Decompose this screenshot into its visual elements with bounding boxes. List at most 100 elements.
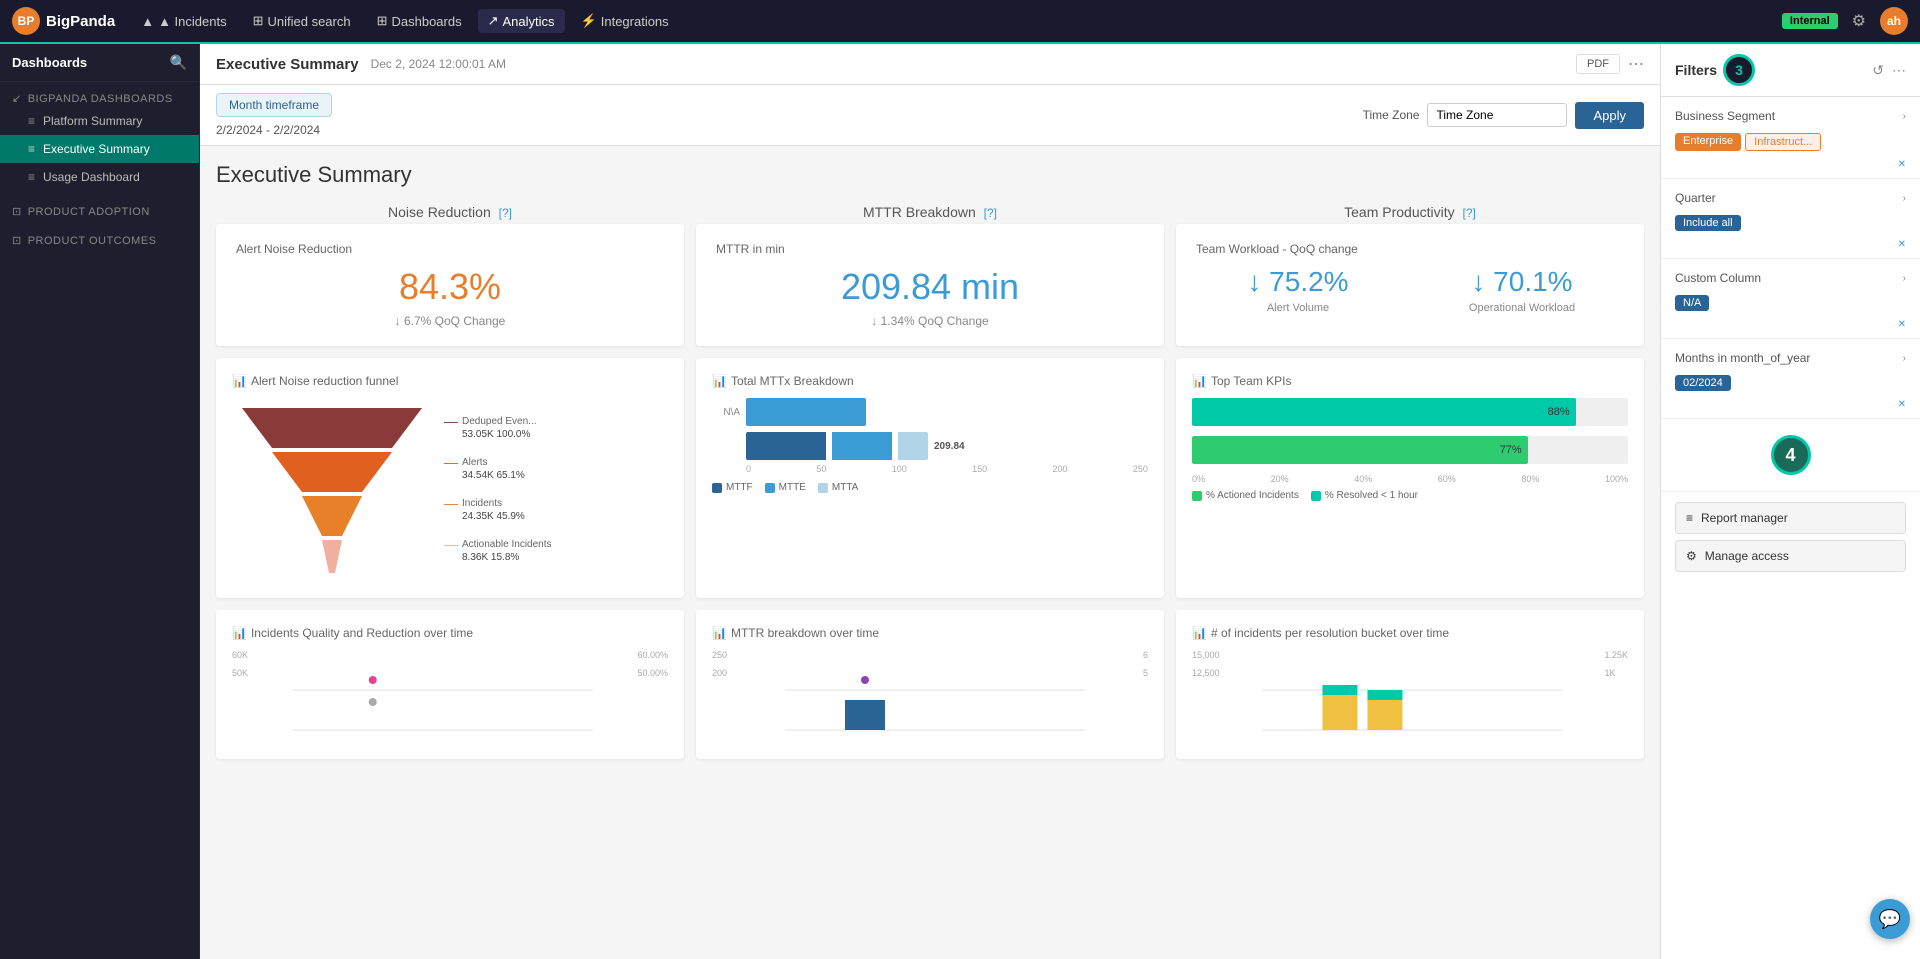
noise-reduction-help[interactable]: [?] — [499, 206, 512, 220]
funnel-chart-card: 📊 Alert Noise reduction funnel — [216, 358, 684, 598]
kpi-x-axis: 0% 20% 40% 60% 80% 100% — [1192, 474, 1628, 484]
kpi-bar-bg-0: 88% — [1192, 398, 1628, 426]
mttr-over-time-title: 📊 MTTR breakdown over time — [712, 626, 1148, 640]
operational-workload-metric: ↓ 70.1% Operational Workload — [1420, 266, 1624, 314]
resolved-color — [1311, 491, 1321, 501]
quarter-label: Quarter — [1675, 191, 1716, 205]
funnel-legend-item-0: — Deduped Even... 53.05K 100.0% — [444, 413, 552, 440]
alert-volume-val: ↓ 75.2% — [1196, 266, 1400, 298]
team-workload-title: Team Workload - QoQ change — [1196, 242, 1624, 256]
kpi-bar-pct-1: 77% — [1500, 444, 1522, 456]
mttr-sub: ↓ 1.34% QoQ Change — [716, 314, 1144, 328]
nav-item-analytics[interactable]: ↗ Analytics — [478, 9, 565, 33]
sidebar-group-product-outcomes[interactable]: ⊡ Product Outcomes — [0, 228, 199, 249]
timeframe-label[interactable]: Month timeframe — [216, 93, 332, 117]
nav-item-incidents[interactable]: ▲ ▲ Incidents — [131, 10, 236, 33]
quarter-clear[interactable]: ✕ — [1898, 239, 1906, 250]
sidebar-section-bigpanda: ↙ BigPanda Dashboards ≡ Platform Summary… — [0, 82, 199, 195]
filter-tag-infrastructure[interactable]: Infrastruct... — [1745, 133, 1821, 151]
funnel-legend-item-2: — Incidents 24.35K 45.9% — [444, 495, 552, 522]
business-segment-header[interactable]: Business Segment › — [1675, 105, 1906, 127]
mttr-help[interactable]: [?] — [984, 206, 997, 220]
filter-section-custom-column: Custom Column › N/A ✕ — [1661, 259, 1920, 339]
mttr-over-time-chart — [727, 650, 1143, 740]
mttr-card-title: MTTR in min — [716, 242, 1144, 256]
legend-mttf: MTTF — [712, 482, 753, 493]
nav-item-integrations[interactable]: ⚡ Integrations — [571, 9, 679, 33]
team-productivity-card: Team Workload - QoQ change ↓ 75.2% Alert… — [1176, 224, 1644, 346]
mttr-breakdown-icon: 📊 — [712, 374, 727, 388]
pdf-button[interactable]: PDF — [1576, 54, 1620, 74]
mttr-bar-row-na: N\A — [712, 398, 1148, 426]
filter-refresh-button[interactable]: ↺ — [1872, 62, 1884, 79]
nav-item-dashboards[interactable]: ⊞ Dashboards — [367, 9, 472, 33]
logo[interactable]: BP BigPanda — [12, 7, 115, 35]
custom-column-clear[interactable]: ✕ — [1898, 319, 1906, 330]
internal-badge: Internal — [1782, 13, 1838, 29]
circle-badge-4-area: 4 — [1661, 419, 1920, 491]
funnel-svg — [232, 398, 432, 578]
incidents-resolution-icon: 📊 — [1192, 626, 1207, 640]
settings-icon[interactable]: ⚙ — [1844, 7, 1874, 35]
sidebar-item-executive-summary[interactable]: ≡ Executive Summary — [0, 135, 199, 163]
sidebar-item-platform-summary[interactable]: ≡ Platform Summary — [0, 107, 199, 135]
funnel-legend: — Deduped Even... 53.05K 100.0% — Alerts — [444, 413, 552, 563]
chart-cards-row: 📊 Alert Noise reduction funnel — [216, 358, 1644, 598]
months-clear[interactable]: ✕ — [1898, 399, 1906, 410]
months-tags: 02/2024 — [1675, 375, 1906, 391]
mttr-over-time-card: 📊 MTTR breakdown over time 250 200 — [696, 610, 1164, 759]
mtte-color — [765, 483, 775, 493]
avatar[interactable]: ah — [1880, 7, 1908, 35]
custom-column-header[interactable]: Custom Column › — [1675, 267, 1906, 289]
manage-access-icon: ⚙ — [1686, 549, 1697, 563]
dashboard-content: Executive Summary Noise Reduction [?] MT… — [200, 146, 1660, 959]
report-manager-button[interactable]: ≡ Report manager — [1675, 502, 1906, 534]
filter-tag-month[interactable]: 02/2024 — [1675, 375, 1731, 391]
alert-volume-metric: ↓ 75.2% Alert Volume — [1196, 266, 1400, 314]
quarter-chevron: › — [1903, 193, 1906, 204]
kpi-chart-card: 📊 Top Team KPIs 88% — [1176, 358, 1644, 598]
filter-more-button[interactable]: ⋯ — [1892, 62, 1906, 79]
kpi-bar-bg-1: 77% — [1192, 436, 1628, 464]
usage-dashboard-icon: ≡ — [28, 170, 35, 184]
sidebar-search-button[interactable]: 🔍 — [170, 54, 187, 71]
timezone-select[interactable]: Time Zone UTC America/New_York Europe/Lo… — [1427, 103, 1567, 127]
sidebar-item-usage-dashboard[interactable]: ≡ Usage Dashboard — [0, 163, 199, 191]
mttr-bar-mtte — [832, 432, 892, 460]
business-segment-clear[interactable]: ✕ — [1898, 159, 1906, 170]
kpi-chart-icon: 📊 — [1192, 374, 1207, 388]
incidents-quality-icon: 📊 — [232, 626, 247, 640]
sidebar: Dashboards 🔍 ↙ BigPanda Dashboards ≡ Pla… — [0, 44, 200, 959]
metric-cards-row: Alert Noise Reduction 84.3% ↓ 6.7% QoQ C… — [216, 224, 1644, 346]
filter-count-badge: 3 — [1723, 54, 1755, 86]
mttf-color — [712, 483, 722, 493]
funnel-chart-title: 📊 Alert Noise reduction funnel — [232, 374, 668, 388]
months-header[interactable]: Months in month_of_year › — [1675, 347, 1906, 369]
chat-bubble[interactable]: 💬 — [1870, 899, 1910, 939]
legend-mtte: MTTE — [765, 482, 806, 493]
apply-button[interactable]: Apply — [1575, 102, 1644, 129]
filter-panel: Filters 3 ↺ ⋯ Business Segment › Enterpr… — [1660, 44, 1920, 959]
mttr-bar-na — [746, 398, 866, 426]
kpi-bars: 88% 77% — [1192, 398, 1628, 464]
funnel-legend-item-3: — Actionable Incidents 8.36K 15.8% — [444, 536, 552, 563]
business-segment-tags: Enterprise Infrastruct... — [1675, 133, 1906, 151]
dashboard-title: Executive Summary — [216, 56, 359, 73]
manage-access-button[interactable]: ⚙ Manage access — [1675, 540, 1906, 572]
filter-tag-na[interactable]: N/A — [1675, 295, 1709, 311]
sidebar-group-product-adoption[interactable]: ⊡ Product Adoption — [0, 199, 199, 220]
dashboard-header: Executive Summary Dec 2, 2024 12:00:01 A… — [200, 44, 1660, 85]
actioned-color — [1192, 491, 1202, 501]
team-productivity-help[interactable]: [?] — [1463, 206, 1476, 220]
more-options-button[interactable]: ⋯ — [1628, 54, 1644, 74]
sidebar-group-bigpanda[interactable]: ↙ BigPanda Dashboards — [0, 86, 199, 107]
bottom-charts-row: 📊 Incidents Quality and Reduction over t… — [216, 610, 1644, 759]
filter-tag-enterprise[interactable]: Enterprise — [1675, 133, 1741, 151]
nav-item-search[interactable]: ⊞ Unified search — [243, 9, 361, 33]
kpi-chart-title: 📊 Top Team KPIs — [1192, 374, 1628, 388]
mttr-x-axis: 0 50 100 150 200 250 — [712, 464, 1148, 474]
quarter-header[interactable]: Quarter › — [1675, 187, 1906, 209]
incidents-resolution-card: 📊 # of incidents per resolution bucket o… — [1176, 610, 1644, 759]
filter-tag-include-all[interactable]: Include all — [1675, 215, 1741, 231]
alert-volume-label: Alert Volume — [1196, 302, 1400, 314]
